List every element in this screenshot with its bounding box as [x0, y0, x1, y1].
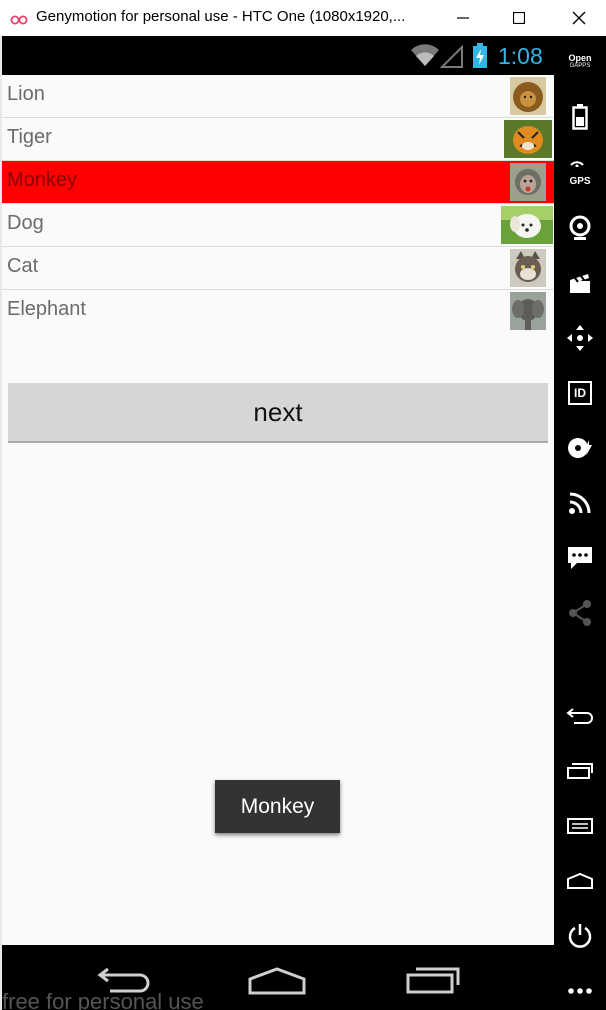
dog-thumbnail — [501, 206, 553, 244]
identifiers-button[interactable]: ID — [554, 373, 606, 413]
menu-icon — [567, 818, 593, 834]
animal-list[interactable]: Lion Tiger Monkey Dog Cat Elephant — [2, 75, 554, 333]
android-nav-bar: free for personal use — [2, 945, 554, 1010]
list-item-lion[interactable]: Lion — [2, 75, 554, 118]
opengapps-line2: GAPPS — [569, 63, 591, 69]
media-icon — [570, 274, 590, 293]
android-status-bar: 1:08 — [2, 36, 554, 75]
opengapps-icon: Open GAPPS — [568, 54, 591, 70]
genymotion-logo-icon — [10, 11, 28, 25]
cast-button[interactable] — [554, 483, 606, 523]
wifi-icon — [410, 44, 440, 72]
share-button[interactable] — [554, 593, 606, 633]
side-menu-button[interactable] — [554, 806, 606, 846]
list-item-cat[interactable]: Cat — [2, 247, 554, 290]
identifiers-icon: ID — [568, 381, 592, 405]
clock: 1:08 — [498, 43, 543, 69]
home-icon[interactable] — [246, 967, 308, 1001]
watermark: free for personal use — [2, 989, 204, 1010]
gps-label: GPS — [569, 175, 591, 187]
battery-button[interactable] — [554, 97, 606, 137]
list-item-label: Cat — [7, 255, 39, 277]
monkey-thumbnail — [510, 163, 546, 201]
list-item-label: Lion — [7, 83, 45, 105]
battery-charging-icon — [472, 43, 488, 73]
list-item-label: Elephant — [7, 298, 86, 320]
opengapps-button[interactable]: Open GAPPS — [554, 42, 606, 82]
camera-icon — [569, 215, 591, 240]
sms-icon — [568, 547, 592, 569]
close-button[interactable] — [556, 0, 602, 36]
recent-apps-icon[interactable] — [404, 965, 462, 999]
toast-message: Monkey — [215, 780, 340, 833]
disk-icon — [568, 438, 592, 458]
signal-icon — [439, 44, 464, 72]
elephant-thumbnail — [510, 292, 546, 330]
gps-icon: GPS — [569, 158, 591, 187]
tiger-thumbnail — [504, 120, 552, 158]
list-item-dog[interactable]: Dog — [2, 204, 554, 247]
dpad-icon — [567, 325, 593, 351]
maximize-icon — [513, 12, 525, 24]
list-item-label: Tiger — [7, 126, 52, 148]
next-button[interactable]: next — [8, 383, 548, 443]
home-icon — [567, 872, 593, 889]
camera-button[interactable] — [554, 208, 606, 248]
side-home-button[interactable] — [554, 861, 606, 901]
cat-thumbnail — [510, 249, 546, 287]
sms-button[interactable] — [554, 538, 606, 578]
app-content: Lion Tiger Monkey Dog Cat Elephant next … — [2, 75, 554, 945]
power-icon — [568, 924, 592, 948]
power-button[interactable] — [554, 916, 606, 956]
recent-apps-icon — [567, 763, 593, 779]
gps-button[interactable]: GPS — [554, 152, 606, 192]
side-recent-button[interactable] — [554, 751, 606, 791]
minimize-button[interactable] — [440, 0, 486, 36]
maximize-button[interactable] — [496, 0, 542, 36]
disk-button[interactable] — [554, 428, 606, 468]
battery-icon — [572, 104, 588, 130]
lion-thumbnail — [510, 77, 546, 115]
list-item-elephant[interactable]: Elephant — [2, 290, 554, 333]
window-titlebar: Genymotion for personal use - HTC One (1… — [0, 0, 606, 36]
more-button[interactable] — [554, 971, 606, 1010]
list-item-label: Monkey — [7, 169, 78, 191]
media-button[interactable] — [554, 263, 606, 303]
genymotion-window: Genymotion for personal use - HTC One (1… — [0, 0, 606, 1010]
list-item-tiger[interactable]: Tiger — [2, 118, 554, 161]
more-icon — [568, 988, 592, 994]
list-item-label: Dog — [7, 212, 44, 234]
cast-icon — [569, 492, 591, 514]
share-icon — [569, 600, 591, 626]
identifiers-label: ID — [574, 386, 586, 400]
window-title: Genymotion for personal use - HTC One (1… — [36, 8, 406, 25]
dpad-button[interactable] — [554, 318, 606, 358]
back-icon — [566, 708, 593, 724]
genymotion-toolbar: Open GAPPS GPS ID — [554, 36, 606, 1010]
close-icon — [572, 11, 586, 25]
minimize-icon — [457, 17, 469, 19]
side-back-button[interactable] — [554, 696, 606, 736]
list-item-monkey[interactable]: Monkey — [2, 161, 554, 204]
device-screen: 1:08 Lion Tiger Monkey Dog Cat Elephant … — [2, 36, 554, 1010]
